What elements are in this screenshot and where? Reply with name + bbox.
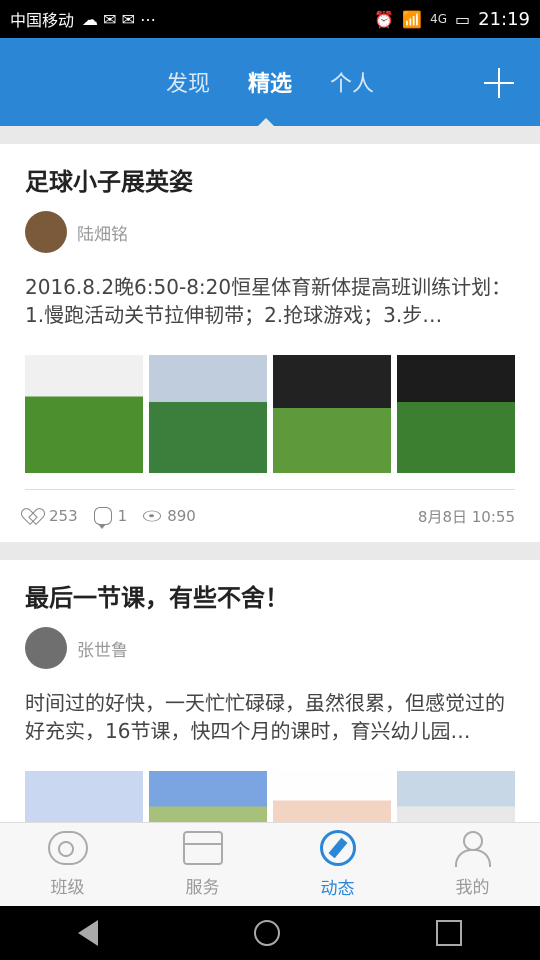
post-date: 8月8日 10:55: [417, 507, 515, 526]
tab-personal[interactable]: 个人: [328, 66, 376, 98]
nav-label: 动态: [320, 879, 355, 899]
view-stat: 890: [143, 507, 196, 525]
comment-button[interactable]: 1: [93, 507, 128, 529]
nav-activity[interactable]: 动态: [270, 823, 405, 906]
active-tab-indicator: [258, 118, 274, 126]
avatar[interactable]: [25, 211, 67, 253]
notification-icons: ☁ ✉ ✉ ⋯: [82, 9, 157, 29]
comment-icon: [93, 507, 112, 529]
bottom-navigation: 班级 服务 动态 我的: [0, 822, 540, 906]
avatar[interactable]: [25, 627, 67, 669]
alarm-icon: ⏰: [374, 9, 395, 29]
clock-time: 21:19: [478, 8, 530, 30]
post-content[interactable]: 时间过的好快，一天忙忙碌碌，虽然很累，但感觉过的好充实，16节课，快四个月的课时…: [25, 689, 515, 745]
post-author[interactable]: 陆畑铭: [25, 211, 515, 253]
post-photo[interactable]: [397, 355, 515, 473]
feed-list[interactable]: 足球小子展英姿 陆畑铭 2016.8.2晚6:50-8:20恒星体育新体提高班训…: [0, 126, 540, 822]
post-photo[interactable]: [149, 771, 267, 822]
carrier-label: 中国移动: [10, 11, 75, 30]
post-title[interactable]: 最后一节课，有些不舍！: [25, 560, 515, 613]
nav-label: 班级: [50, 878, 85, 898]
recent-apps-icon[interactable]: [436, 920, 462, 946]
post-photos: [25, 771, 515, 822]
back-icon[interactable]: [78, 920, 98, 946]
home-icon[interactable]: [254, 920, 280, 946]
post-photo[interactable]: [25, 355, 143, 473]
tab-discover[interactable]: 发现: [164, 66, 212, 98]
author-name[interactable]: 张世鲁: [77, 636, 128, 661]
post-title[interactable]: 足球小子展英姿: [25, 144, 515, 197]
post-photo[interactable]: [25, 771, 143, 822]
post-card[interactable]: 足球小子展英姿 陆畑铭 2016.8.2晚6:50-8:20恒星体育新体提高班训…: [0, 144, 540, 542]
post-meta: 253 1 890 8月8日 10:55: [25, 490, 515, 542]
post-stats: 253 1 890: [25, 507, 196, 529]
post-author[interactable]: 张世鲁: [25, 627, 515, 669]
nav-label: 我的: [455, 878, 490, 898]
battery-icon: ▭: [455, 9, 471, 29]
post-card[interactable]: 最后一节课，有些不舍！ 张世鲁 时间过的好快，一天忙忙碌碌，虽然很累，但感觉过的…: [0, 560, 540, 822]
nav-label: 服务: [185, 878, 220, 898]
eye-icon: [143, 510, 162, 522]
post-photo[interactable]: [149, 355, 267, 473]
like-button[interactable]: 253: [25, 507, 78, 525]
status-right: ⏰ 📶 4G ▭ 21:19: [374, 9, 530, 30]
plus-icon[interactable]: [484, 68, 514, 98]
top-tabs: 发现 精选 个人: [0, 38, 540, 126]
network-label: 4G: [430, 12, 447, 26]
like-count: 253: [49, 507, 78, 525]
top-bar: 发现 精选 个人: [0, 38, 540, 126]
nav-class[interactable]: 班级: [0, 823, 135, 906]
whistle-icon: [47, 831, 88, 865]
status-bar: 中国移动 ☁ ✉ ✉ ⋯ ⏰ 📶 4G ▭ 21:19: [0, 0, 540, 38]
system-nav-bar: [0, 906, 540, 960]
status-left: 中国移动 ☁ ✉ ✉ ⋯: [10, 7, 156, 31]
nav-service[interactable]: 服务: [135, 823, 270, 906]
person-icon: [453, 831, 493, 867]
post-photo[interactable]: [273, 771, 391, 822]
compass-icon: [319, 830, 356, 866]
post-photo[interactable]: [273, 355, 391, 473]
nav-mine[interactable]: 我的: [405, 823, 540, 906]
wifi-icon: 📶: [402, 9, 423, 29]
post-photos: [25, 355, 515, 473]
comment-count: 1: [117, 507, 128, 525]
view-count: 890: [167, 507, 196, 525]
author-name[interactable]: 陆畑铭: [77, 220, 128, 245]
post-content[interactable]: 2016.8.2晚6:50-8:20恒星体育新体提高班训练计划：1.慢跑活动关节…: [25, 273, 515, 329]
tab-featured[interactable]: 精选: [246, 66, 294, 98]
post-photo[interactable]: [397, 771, 515, 822]
shop-icon: [182, 831, 223, 865]
heart-icon: [25, 507, 43, 525]
